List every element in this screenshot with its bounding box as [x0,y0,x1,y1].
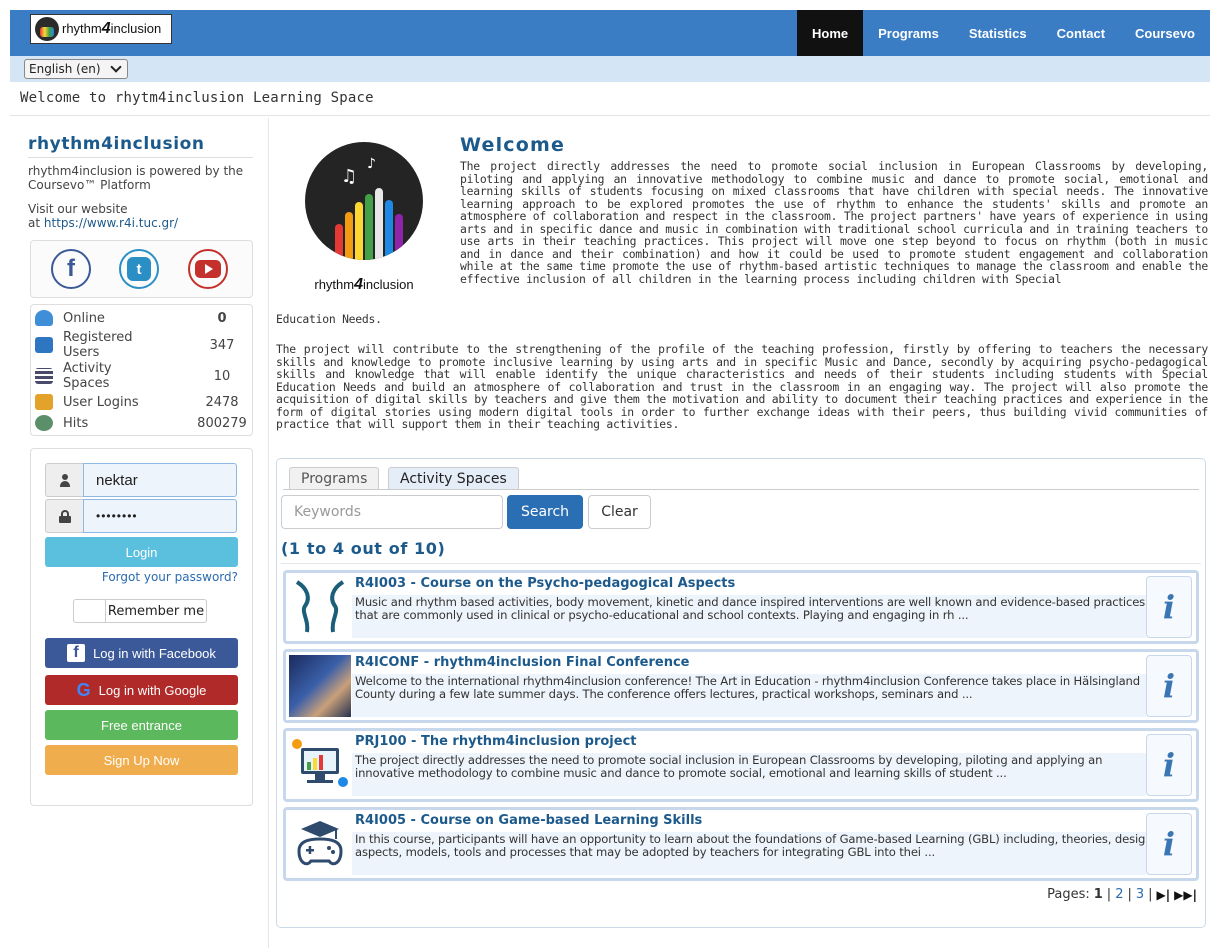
divider [10,115,1210,116]
tab-programs[interactable]: Programs [289,467,380,489]
youtube-icon[interactable] [188,249,228,289]
conference-photo-thumbnail [289,655,351,717]
books-icon [35,368,53,384]
next-page-icon[interactable]: ▶| [1157,888,1171,902]
google-icon: G [76,679,91,700]
top-navbar: rhythm4inclusion Home Programs Statistic… [10,10,1210,56]
sidebar-title: rhythm4inclusion [28,134,205,154]
logo-hands-icon: ♫ ♪ [305,142,423,260]
list-item[interactable]: R4I003 - Course on the Psycho-pedagogica… [283,570,1199,644]
nav-contact[interactable]: Contact [1042,10,1120,56]
result-count: (1 to 4 out of 10) [281,539,446,558]
site-statistics: Online 0 Registered Users 347 Activity S… [30,304,253,436]
list-item[interactable]: R4ICONF - rhythm4inclusion Final Confere… [283,649,1199,723]
rhythm4inclusion-logo: ♫ ♪ rhythm4inclusion [296,136,432,296]
site-logo[interactable]: rhythm4inclusion [30,14,172,44]
info-icon[interactable]: i [1146,576,1192,638]
website-link[interactable]: https://www.r4i.tuc.gr/ [44,216,178,230]
gamepad-graduation-thumbnail [289,813,351,875]
nav-home[interactable]: Home [797,10,864,56]
username-input[interactable]: nektar [83,463,237,497]
welcome-banner: Welcome to rhytm4inclusion Learning Spac… [20,90,374,106]
page-title: Welcome [460,134,566,156]
language-select[interactable]: English (en) [24,59,128,79]
tab-activity-spaces[interactable]: Activity Spaces [388,467,519,489]
search-button[interactable]: Search [507,495,583,529]
course-title[interactable]: R4ICONF - rhythm4inclusion Final Confere… [355,655,689,670]
course-description: Welcome to the international rhythm4incl… [355,674,1140,701]
info-icon[interactable]: i [1146,655,1192,717]
info-icon[interactable]: i [1146,813,1192,875]
catalog-panel: Programs Activity Spaces Keywords Search… [276,458,1206,928]
page-1[interactable]: 1 [1094,887,1103,902]
keywords-input[interactable]: Keywords [281,495,503,529]
divider [283,489,1199,490]
nav-coursevo[interactable]: Coursevo [1120,10,1210,56]
facebook-login-button[interactable]: f Log in with Facebook [45,638,238,668]
language-bar: English (en) [10,56,1210,82]
course-description: In this course, participants will have a… [355,832,1153,859]
divider [281,563,1201,564]
music-note-icon: ♪ [367,156,376,172]
registered-users-icon [35,337,53,353]
login-icon [35,394,53,410]
facebook-icon: f [67,644,86,662]
intro-paragraph-tail: Education Needs. [276,312,382,326]
course-title[interactable]: PRJ100 - The rhythm4inclusion project [355,734,637,749]
password-group: •••••••• [45,499,237,533]
password-input[interactable]: •••••••• [83,499,237,533]
stat-registered-users: Registered Users 347 [31,330,252,360]
powered-by-text: rhythm4inclusion is powered by the Cours… [28,164,244,192]
facebook-icon[interactable]: f [51,249,91,289]
logo-hands-icon [35,17,59,41]
info-icon[interactable]: i [1146,734,1192,796]
divider [28,157,253,158]
user-icon [59,473,71,487]
remember-me-toggle[interactable]: Remember me [73,599,207,623]
course-title[interactable]: R4I003 - Course on the Psycho-pedagogica… [355,576,735,591]
stat-online: Online 0 [31,310,252,326]
list-item[interactable]: PRJ100 - The rhythm4inclusion project Th… [283,728,1199,802]
nav-programs[interactable]: Programs [863,10,954,56]
hits-icon [35,415,53,431]
remember-checkbox[interactable] [74,600,106,622]
music-note-icon: ♫ [341,166,358,187]
intro-paragraph: The project directly addresses the need … [460,159,1208,286]
faces-profile-thumbnail [289,576,351,638]
online-users-icon [35,310,53,326]
login-button[interactable]: Login [45,537,238,567]
free-entrance-button[interactable]: Free entrance [45,710,238,740]
username-group: nektar [45,463,237,497]
sign-up-button[interactable]: Sign Up Now [45,745,238,775]
chevron-down-icon [110,61,122,73]
social-links: f t [30,240,253,298]
stat-activity-spaces: Activity Spaces 10 [31,361,252,391]
main-nav: Home Programs Statistics Contact Coursev… [797,10,1210,56]
forgot-password-link[interactable]: Forgot your password? [102,570,238,584]
course-title[interactable]: R4I005 - Course on Game-based Learning S… [355,813,702,828]
pagination: Pages: 1 | 2 | 3 | ▶| ▶▶| [1047,887,1197,902]
clear-button[interactable]: Clear [588,495,651,529]
stat-user-logins: User Logins 2478 [31,394,252,410]
tumblr-icon[interactable]: t [119,249,159,289]
lock-icon [58,509,71,523]
nav-statistics[interactable]: Statistics [954,10,1042,56]
course-description: Music and rhythm based activities, body … [355,595,1146,622]
list-item[interactable]: R4I005 - Course on Game-based Learning S… [283,807,1199,881]
page-2[interactable]: 2 [1115,887,1123,902]
login-panel: nektar •••••••• Login Forgot your passwo… [30,448,253,806]
computer-learning-thumbnail [289,734,351,796]
visit-website-text: Visit our website at https://www.r4i.tuc… [28,202,179,230]
google-login-button[interactable]: G Log in with Google [45,675,238,705]
course-description: The project directly addresses the need … [355,753,1103,780]
last-page-icon[interactable]: ▶▶| [1174,888,1197,902]
contribution-paragraph: The project will contribute to the stren… [276,342,1208,431]
column-divider [268,118,269,948]
stat-hits: Hits 800279 [31,415,252,431]
page-3[interactable]: 3 [1136,887,1144,902]
